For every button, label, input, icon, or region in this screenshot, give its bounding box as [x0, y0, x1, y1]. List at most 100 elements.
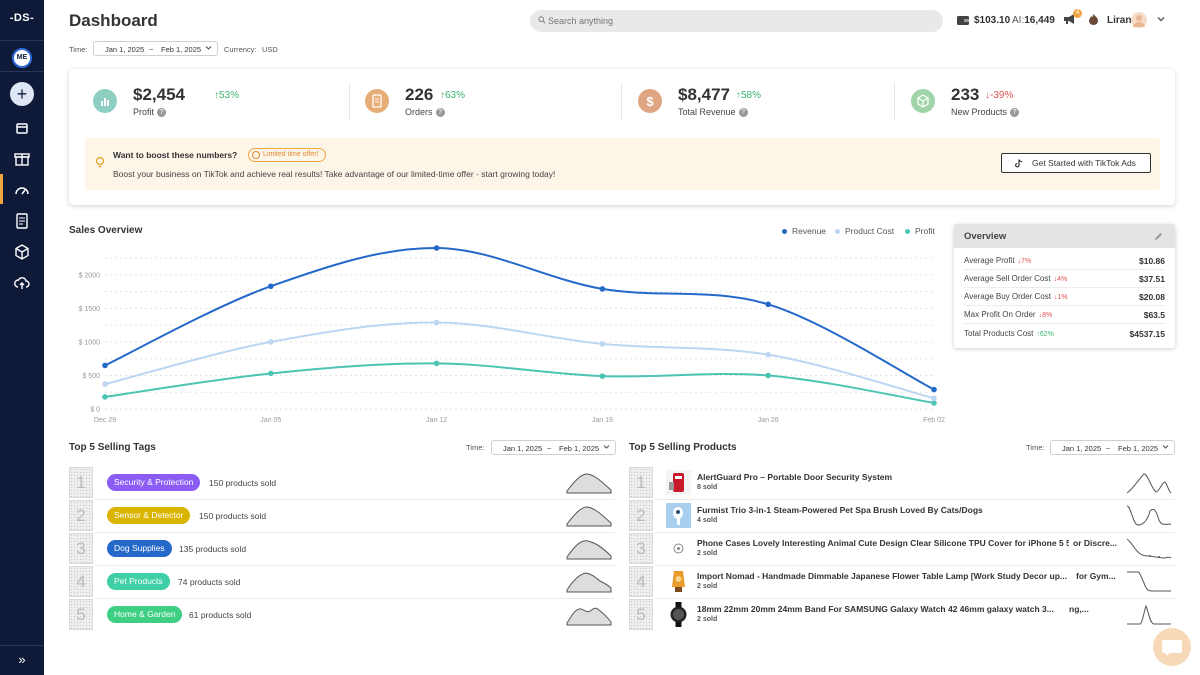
tag-sold-count: 61 products sold: [189, 610, 252, 620]
date-to: Feb 1, 2025: [559, 444, 600, 453]
row-divider: [655, 499, 1175, 500]
overview-row-label: Average Buy Order Cost ↓1%: [964, 292, 1068, 301]
tiktok-ads-button[interactable]: Get Started with TikTok Ads: [1001, 153, 1151, 173]
product-name-suffix: or Discre...: [1073, 538, 1117, 548]
currency-value[interactable]: USD: [262, 45, 278, 54]
data-point-revenue: [931, 386, 937, 393]
tags-time-label: Time:: [466, 443, 485, 452]
tag-sold-count: 150 products sold: [199, 511, 267, 521]
tag-sparkline: [566, 506, 612, 527]
tag-pill[interactable]: Security & Protection: [107, 474, 201, 491]
date-from: Jan 1, 2025: [503, 444, 543, 453]
x-tick-label: Jan 26: [758, 417, 779, 424]
product-sold-count: 2 sold: [697, 550, 718, 557]
kpi-divider: [894, 83, 895, 119]
tag-pill[interactable]: Home & Garden: [107, 606, 183, 623]
chevron-down-icon[interactable]: [1157, 16, 1165, 22]
product-name[interactable]: Phone Cases Lovely Interesting Animal Cu…: [697, 538, 1069, 548]
store-icon[interactable]: [12, 118, 32, 138]
product-sparkline: [1127, 604, 1171, 625]
user-name[interactable]: Liran: [1107, 15, 1131, 26]
date-separator: ~: [547, 444, 552, 453]
chat-support-button[interactable]: [1153, 628, 1191, 666]
upload-cloud-icon[interactable]: [12, 273, 32, 293]
x-tick-label: Feb 02: [923, 417, 945, 424]
date-from: Jan 1, 2025: [1062, 444, 1102, 453]
legend-product-cost[interactable]: Product Cost: [835, 226, 894, 236]
row-divider: [655, 598, 1175, 599]
streak-icon[interactable]: [1088, 13, 1099, 25]
overview-row-delta: ↓8%: [1038, 312, 1053, 319]
overview-row-label: Average Profit ↓7%: [964, 256, 1031, 265]
overview-row-name: Max Profit On Order: [964, 310, 1036, 319]
help-icon[interactable]: ?: [1010, 108, 1020, 118]
rank-number: 2: [69, 500, 93, 531]
overview-row-value: $10.86: [1139, 256, 1165, 266]
product-name[interactable]: 18mm 22mm 20mm 24mm Band For SAMSUNG Gal…: [697, 604, 1069, 614]
product-name[interactable]: Import Nomad - Handmade Dimmable Japanes…: [697, 571, 1069, 581]
overview-row-value: $37.51: [1139, 274, 1165, 284]
product-name[interactable]: Furmist Trio 3-in-1 Steam-Powered Pet Sp…: [697, 505, 1087, 515]
tag-pill[interactable]: Pet Products: [107, 573, 170, 590]
gift-box-icon[interactable]: [12, 149, 32, 169]
cube-icon: [911, 89, 935, 113]
legend-profit[interactable]: Profit: [905, 226, 935, 236]
date-range-picker[interactable]: Jan 1, 2025 ~ Feb 1, 2025: [93, 41, 218, 56]
legend-label: Profit: [915, 226, 935, 236]
promo-banner: Want to boost these numbers? Limited tim…: [85, 138, 1160, 190]
kpi-label-text: Total Revenue: [678, 107, 736, 117]
watch-band-image[interactable]: [666, 602, 691, 627]
overview-row-delta: ↓4%: [1053, 276, 1068, 283]
series-line-product-cost: [104, 321, 935, 400]
edit-pencil-icon[interactable]: [1154, 232, 1163, 241]
overview-row-delta: ↓7%: [1017, 258, 1032, 265]
door-alarm-image[interactable]: [666, 470, 691, 495]
product-name[interactable]: AlertGuard Pro – Portable Door Security …: [697, 472, 1087, 482]
overview-row-label: Max Profit On Order ↓8%: [964, 310, 1052, 319]
add-button[interactable]: +: [10, 82, 34, 106]
product-name-suffix: for Gym...: [1076, 571, 1116, 581]
user-avatar[interactable]: ME: [12, 48, 32, 68]
app-logo[interactable]: -DS-: [0, 12, 44, 24]
products-cube-icon[interactable]: [12, 242, 32, 262]
wallet-icon[interactable]: [956, 14, 970, 26]
legend-revenue[interactable]: Revenue: [782, 226, 826, 236]
overview-row-value: $63.5: [1143, 310, 1165, 320]
overview-row-name: Total Products Cost: [964, 329, 1034, 338]
overview-row-delta: ↓1%: [1054, 294, 1068, 301]
tags-date-range-picker[interactable]: Jan 1, 2025 ~ Feb 1, 2025: [491, 440, 616, 455]
expand-sidebar-button[interactable]: »: [12, 652, 32, 670]
search-input[interactable]: [548, 10, 928, 32]
overview-row: Average Profit ↓7% $10.86: [964, 252, 1165, 270]
kpi-label-text: Profit: [133, 107, 155, 117]
user-avatar-image[interactable]: [1131, 12, 1147, 28]
dashboard-gauge-icon[interactable]: [12, 180, 32, 200]
x-tick-label: Jan 12: [426, 417, 447, 424]
tag-sold-count: 150 products sold: [209, 478, 277, 488]
help-icon[interactable]: ?: [738, 108, 748, 118]
active-indicator: [0, 174, 3, 204]
rank-number: 3: [629, 533, 653, 564]
wallet-balance: $103.10: [974, 15, 1011, 26]
overview-header: Overview: [954, 224, 1175, 248]
pet-brush-image[interactable]: [666, 503, 691, 528]
help-icon[interactable]: ?: [157, 108, 167, 118]
orders-document-icon[interactable]: [12, 211, 32, 231]
lamp-image[interactable]: [666, 569, 691, 594]
rank-number: 2: [629, 500, 653, 531]
tag-pill[interactable]: Sensor & Detector: [107, 507, 191, 524]
rank-number: 5: [629, 599, 653, 630]
tag-pill[interactable]: Dog Supplies: [107, 540, 172, 557]
clock-icon: [252, 151, 260, 159]
search-bar[interactable]: [530, 10, 943, 32]
search-icon: [538, 16, 546, 24]
data-point-revenue: [765, 301, 771, 308]
tag-sparkline: [566, 473, 612, 494]
data-point-product-cost: [931, 395, 937, 402]
products-date-range-picker[interactable]: Jan 1, 2025 ~ Feb 1, 2025: [1050, 440, 1175, 455]
kpi-label-text: New Products: [951, 107, 1008, 117]
placeholder-image[interactable]: [666, 536, 691, 561]
kpi-value: $2,454: [133, 85, 185, 104]
legend-label: Revenue: [792, 226, 827, 236]
help-icon[interactable]: ?: [435, 108, 445, 118]
